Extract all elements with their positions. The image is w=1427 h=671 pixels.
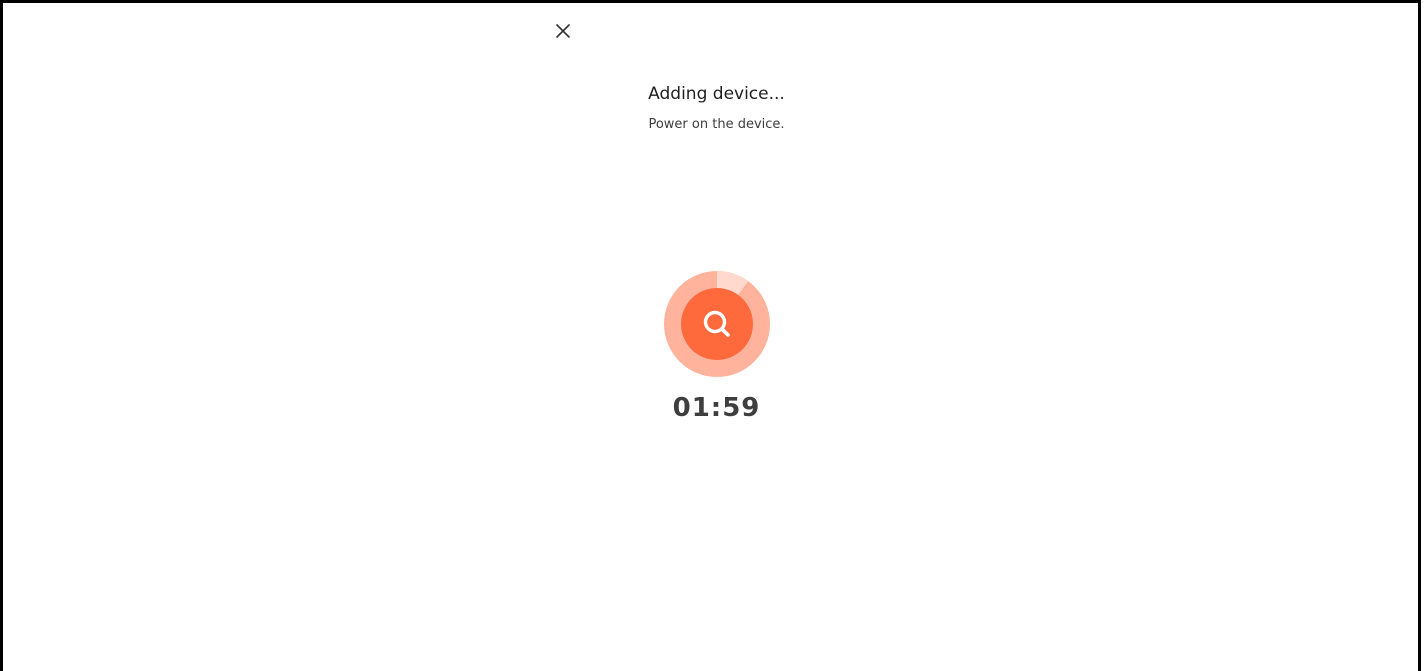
dialog-title: Adding device... <box>648 84 785 104</box>
scan-inner-circle <box>681 288 753 360</box>
scan-progress-indicator <box>663 270 771 378</box>
close-icon <box>551 19 575 43</box>
dialog-subtitle: Power on the device. <box>648 117 785 132</box>
close-button[interactable] <box>551 19 575 43</box>
countdown-timer: 01:59 <box>672 393 761 423</box>
add-device-dialog: Adding device... Power on the device. 01… <box>0 0 1421 671</box>
